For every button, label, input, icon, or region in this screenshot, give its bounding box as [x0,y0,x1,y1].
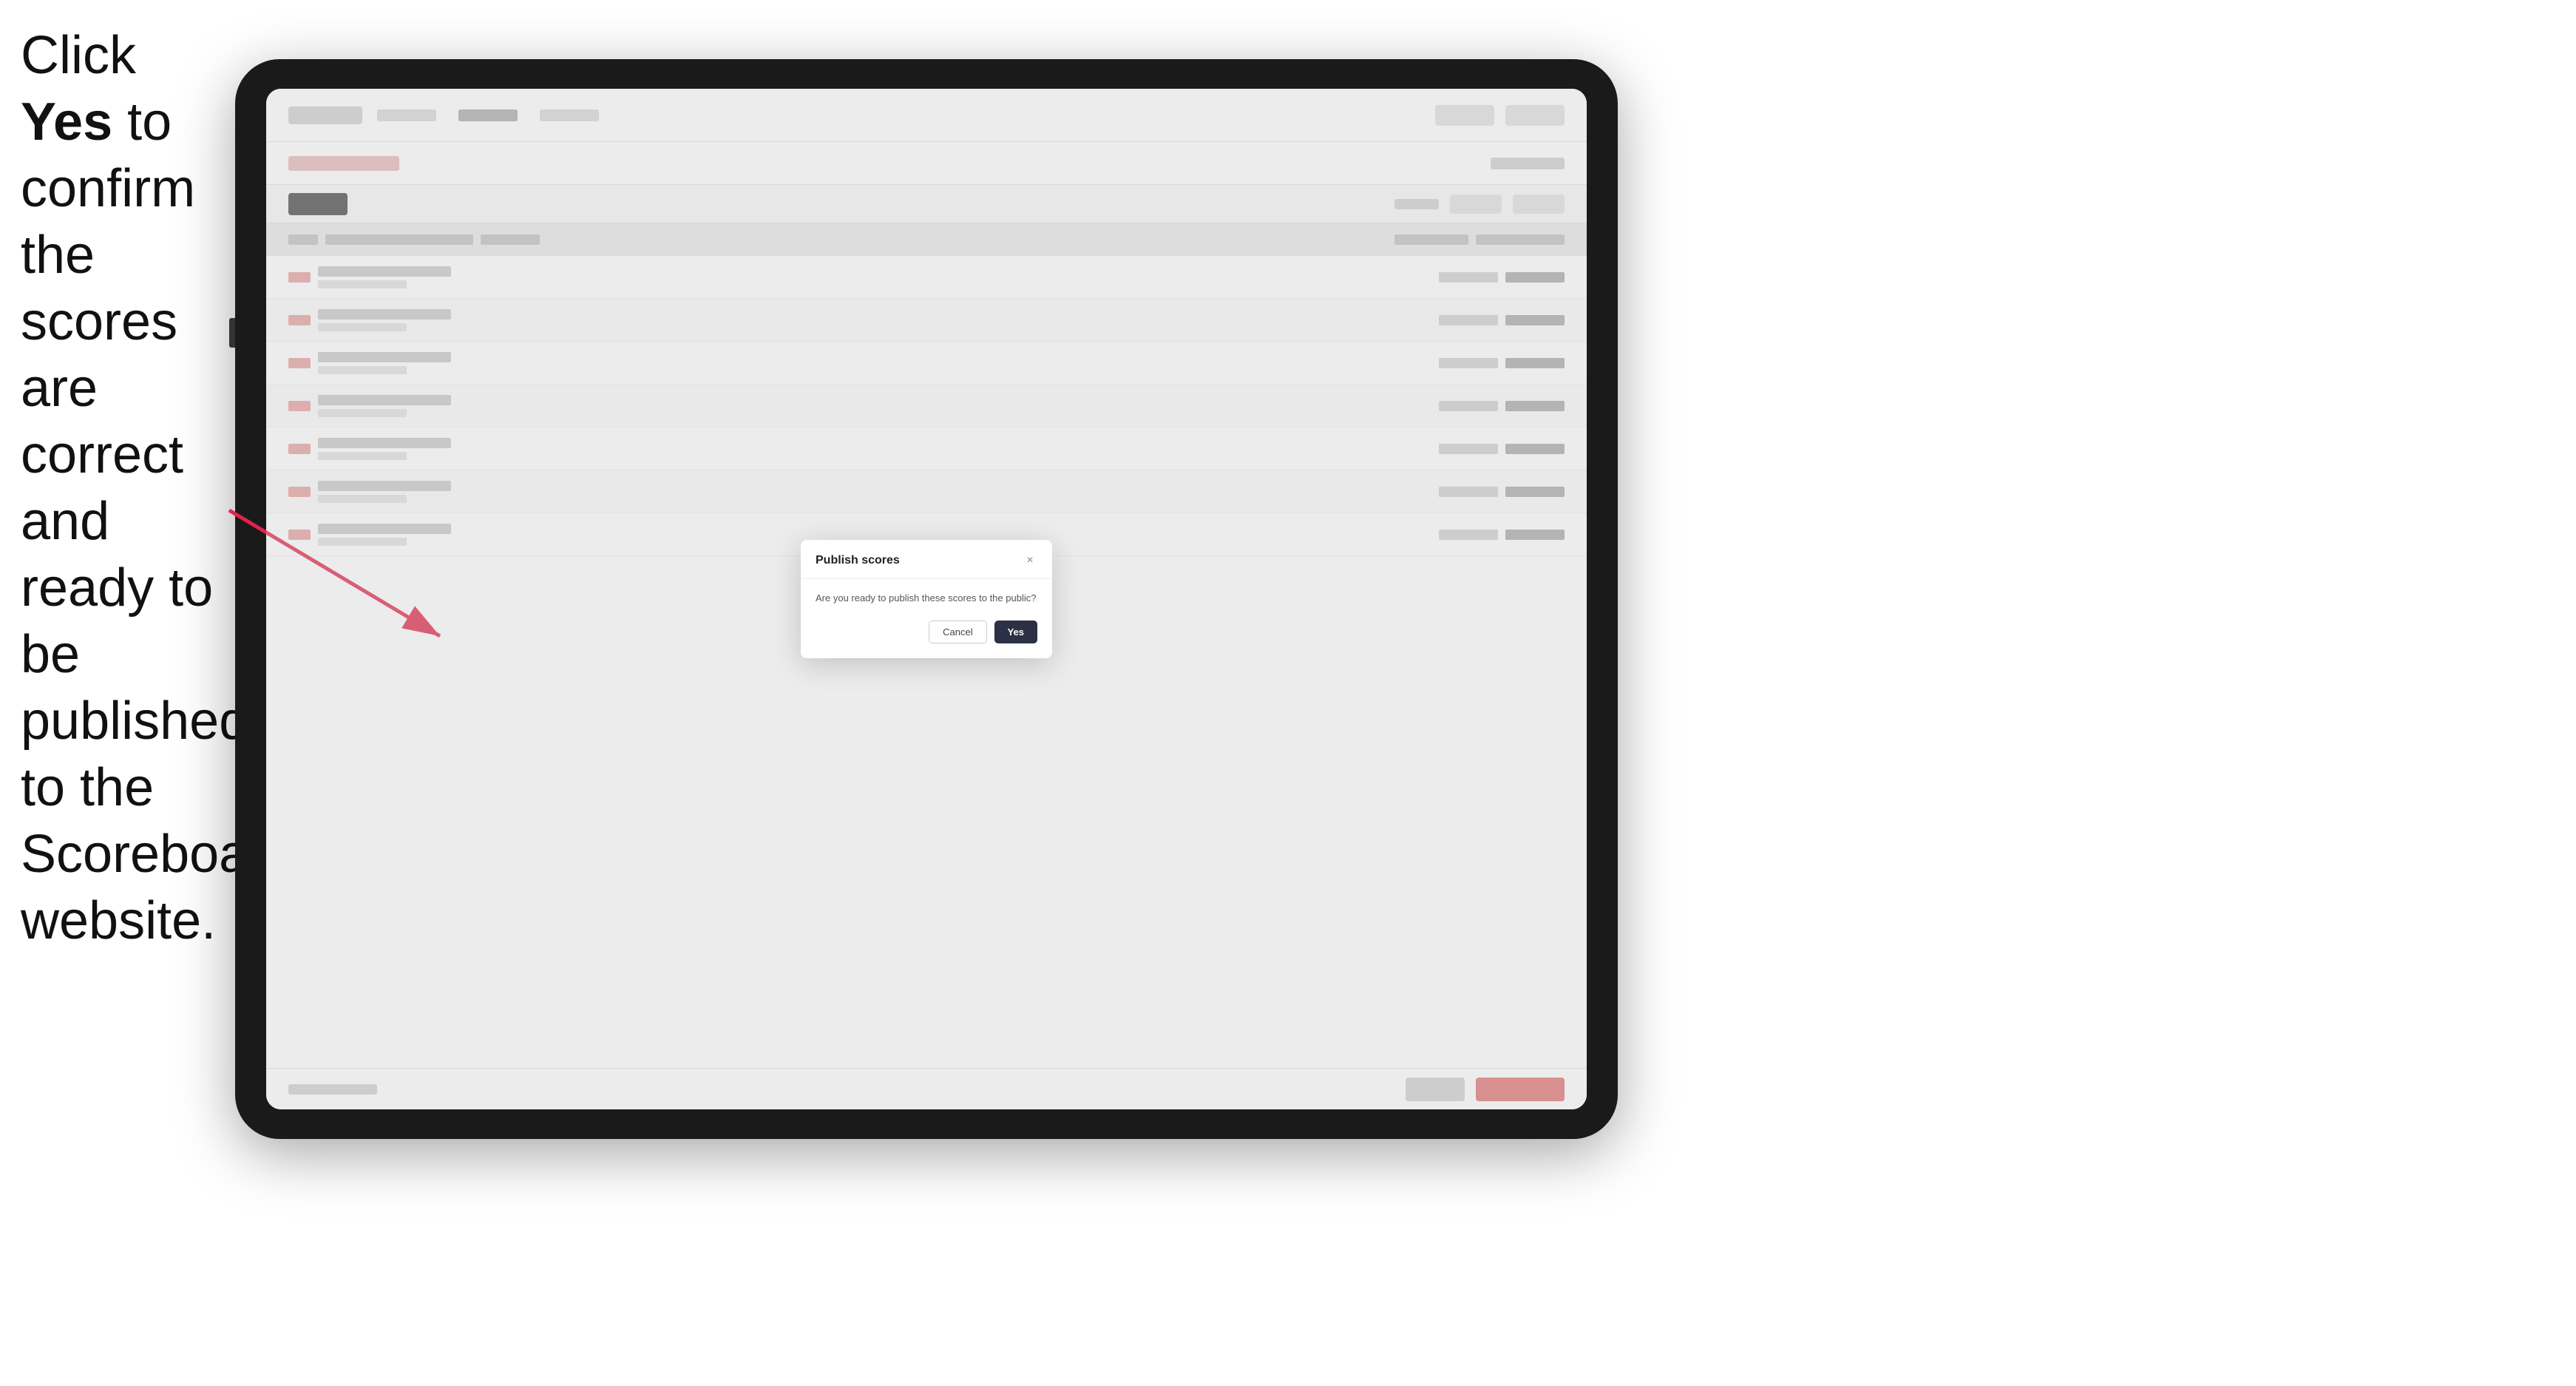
yes-button[interactable]: Yes [994,621,1037,643]
instruction-text-prefix: Click [21,26,136,85]
modal-actions: Cancel Yes [816,621,1037,643]
modal-message: Are you ready to publish these scores to… [816,591,1037,606]
modal-header: Publish scores × [801,540,1052,579]
modal-body: Are you ready to publish these scores to… [801,579,1052,658]
instruction-bold-word: Yes [21,92,112,152]
tablet-device: Publish scores × Are you ready to publis… [235,59,1618,1139]
modal-close-button[interactable]: × [1023,553,1037,568]
tablet-screen: Publish scores × Are you ready to publis… [266,89,1587,1109]
modal-overlay: Publish scores × Are you ready to publis… [266,89,1587,1109]
instruction-text: Click Yes to confirm the scores are corr… [21,22,235,954]
tablet-side-button [229,318,235,348]
cancel-button[interactable]: Cancel [929,621,986,643]
publish-scores-modal: Publish scores × Are you ready to publis… [801,540,1052,658]
modal-title: Publish scores [816,554,900,567]
